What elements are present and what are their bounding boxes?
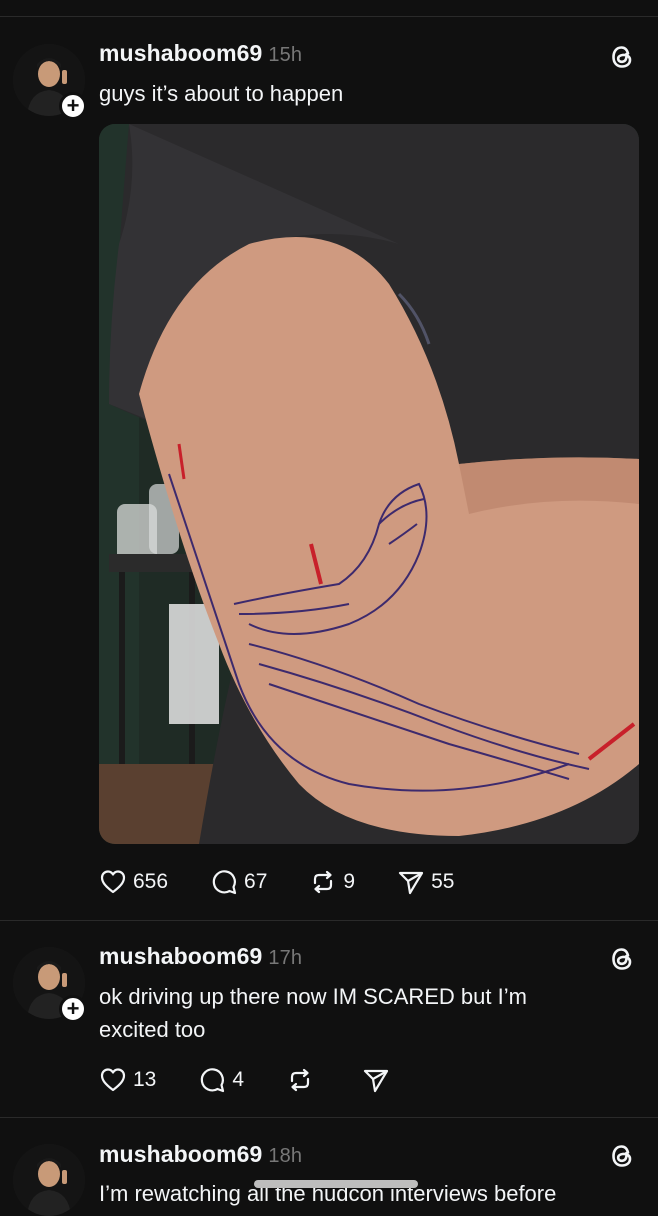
username-text[interactable]: mushaboom69 bbox=[99, 1141, 262, 1167]
avatar-2[interactable]: + bbox=[13, 947, 87, 1023]
threads-logo-icon[interactable] bbox=[606, 943, 638, 975]
comment-icon bbox=[212, 870, 237, 895]
heart-icon bbox=[100, 870, 126, 894]
follow-plus-icon[interactable]: + bbox=[59, 995, 87, 1023]
follow-plus-icon[interactable]: + bbox=[59, 92, 87, 120]
reply-count: 4 bbox=[232, 1068, 245, 1091]
like-button[interactable]: 13 bbox=[99, 1066, 156, 1094]
avatar-1[interactable]: + bbox=[13, 44, 87, 120]
like-button[interactable]: 656 bbox=[99, 868, 168, 896]
post-actions: 13 4 bbox=[99, 1065, 438, 1095]
username-text[interactable]: mushaboom69 bbox=[99, 40, 262, 66]
scroll-indicator[interactable] bbox=[254, 1180, 418, 1188]
heart-icon bbox=[100, 1068, 126, 1092]
post-divider bbox=[0, 920, 658, 921]
post-image[interactable] bbox=[99, 124, 639, 844]
username[interactable]: mushaboom69 15h bbox=[99, 40, 302, 67]
post-time: 15h bbox=[268, 44, 303, 66]
post-actions: 656 67 9 55 bbox=[99, 867, 496, 897]
post-time: 17h bbox=[268, 947, 303, 969]
post-time: 18h bbox=[268, 1145, 303, 1167]
top-divider bbox=[0, 16, 658, 17]
send-icon bbox=[363, 1069, 389, 1093]
repost-button[interactable] bbox=[286, 1066, 320, 1094]
tattoo-photo bbox=[99, 124, 639, 844]
send-icon bbox=[398, 871, 424, 895]
repost-icon bbox=[314, 870, 333, 894]
reply-button[interactable]: 4 bbox=[198, 1066, 244, 1094]
like-count: 13 bbox=[133, 1068, 157, 1091]
reply-count: 67 bbox=[244, 870, 268, 893]
post-divider bbox=[0, 1117, 658, 1118]
avatar-image bbox=[13, 1144, 85, 1216]
share-count: 55 bbox=[431, 870, 455, 893]
repost-icon bbox=[290, 1068, 310, 1092]
post-text: guys it’s about to happen bbox=[99, 81, 344, 106]
username-text[interactable]: mushaboom69 bbox=[99, 943, 262, 969]
avatar-3[interactable] bbox=[13, 1144, 85, 1216]
like-count: 656 bbox=[133, 870, 169, 893]
threads-logo-icon[interactable] bbox=[606, 41, 638, 73]
repost-count: 9 bbox=[343, 870, 356, 893]
post-text: ok driving up there now IM SCARED but I’… bbox=[99, 984, 527, 1042]
username[interactable]: mushaboom69 17h bbox=[99, 943, 302, 970]
share-button[interactable]: 55 bbox=[397, 868, 454, 896]
share-button[interactable] bbox=[362, 1066, 396, 1094]
comment-icon bbox=[201, 1068, 225, 1093]
username[interactable]: mushaboom69 18h bbox=[99, 1141, 302, 1168]
repost-button[interactable]: 9 bbox=[309, 868, 355, 896]
threads-logo-icon[interactable] bbox=[606, 1140, 638, 1172]
reply-button[interactable]: 67 bbox=[210, 868, 267, 896]
